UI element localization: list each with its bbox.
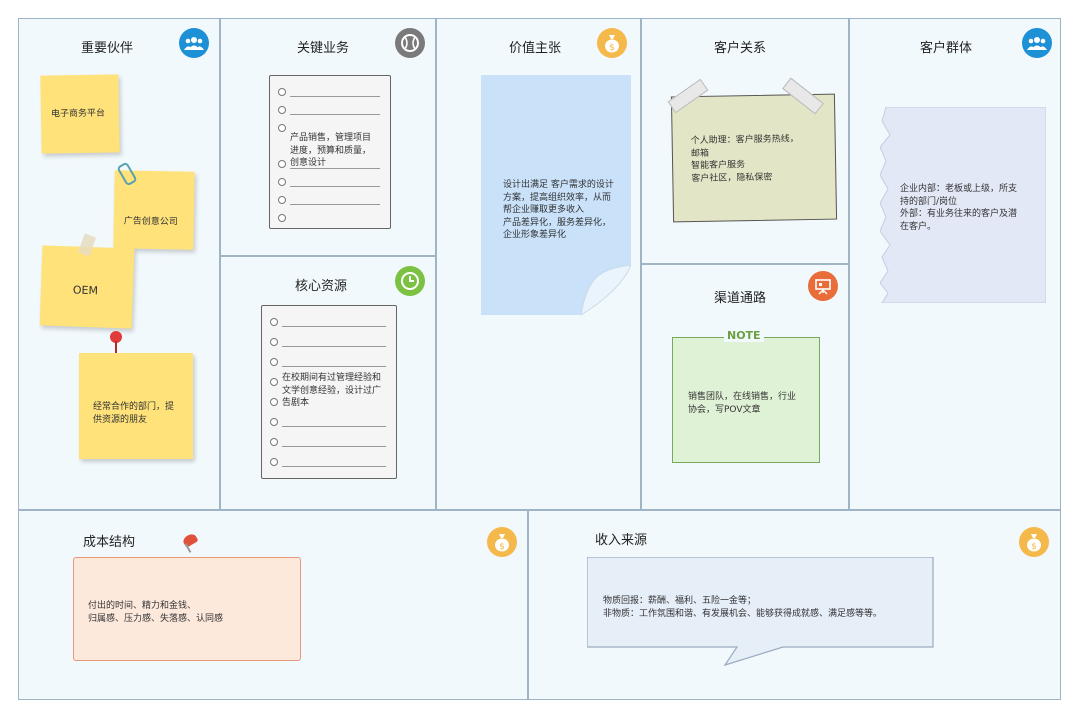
value-proposition-title: 价值主张 — [509, 41, 562, 56]
svg-text:$: $ — [1031, 542, 1037, 552]
customer-segments-panel: 客户群体 企业内部：老板或上级，所支 持的部门/岗位 外部：有业务往来的客户及潜… — [849, 18, 1061, 510]
key-activities-title: 关键业务 — [297, 41, 350, 56]
lined-paper-activities: 产品销售，管理项目 进度，预算和质量， 创意设计 — [269, 75, 391, 229]
cost-structure-title: 成本结构 — [83, 535, 136, 550]
channels-panel: 渠道通路 NOTE 销售团队，在线销售，行业 协会，写POV文章 — [641, 264, 849, 510]
sticky-note-ecommerce: 电子商务平台 — [40, 74, 120, 154]
users-icon — [1022, 28, 1052, 58]
customer-segments-title: 客户群体 — [920, 41, 973, 56]
customer-relationships-panel: 客户关系 个人助理：客户服务热线， 邮箱 智能客户服务 客户社区，隐私保密 — [641, 18, 849, 264]
money-bag-icon: $ — [487, 527, 517, 557]
sticky-note-text: 经常合作的部门，提 供资源的朋友 — [93, 402, 175, 425]
revenue-streams-panel: 收入来源 $ 物质回报：薪酬、福利、五险一金等； 非物质：工作氛围和谐、有发展机… — [528, 510, 1061, 700]
torn-note-segments: 企业内部：老板或上级，所支 持的部门/岗位 外部：有业务往来的客户及潜 在客户。 — [880, 107, 1046, 303]
channels-text: 销售团队，在线销售，行业 协会，写POV文章 — [688, 392, 797, 415]
svg-text:$: $ — [499, 542, 505, 552]
key-activities-panel: 关键业务 产品销售，管理项目 进度，预算和质量， 创意设计 — [220, 18, 436, 256]
sticky-note-text: OEM — [72, 283, 99, 298]
sticky-note-text: 广告创意公司 — [123, 216, 178, 228]
taped-note-relationships: 个人助理：客户服务热线， 邮箱 智能客户服务 客户社区，隐私保密 — [670, 93, 838, 223]
key-activities-text: 产品销售，管理项目 进度，预算和质量， 创意设计 — [290, 133, 372, 168]
customer-relationships-text: 个人助理：客户服务热线， 邮箱 智能客户服务 客户社区，隐私保密 — [690, 134, 799, 184]
key-resources-title: 核心资源 — [295, 279, 348, 294]
value-proposition-text: 设计出满足 客户需求的设计 方案，提高组织效率，从而 帮企业赚取更多收入 产品差… — [503, 180, 614, 240]
sticky-note-oem: OEM — [39, 245, 135, 329]
pushpin-icon — [181, 532, 199, 548]
sticky-note-text: 电子商务平台 — [50, 108, 106, 120]
lined-paper-resources: 在校期间有过管理经验和 文学创意经验，设计过广 告剧本 — [261, 305, 397, 479]
speech-note-revenue: 物质回报：薪酬、福利、五险一金等； 非物质：工作氛围和谐、有发展机会、能够获得成… — [587, 557, 935, 667]
key-resources-panel: 核心资源 在校期间有过管理经验和 文学创意经验，设计过广 告剧本 — [220, 256, 436, 510]
baseball-icon — [395, 28, 425, 58]
key-partners-panel: 重要伙伴 电子商务平台 广告创意公司 OEM 经常合作的部门，提 供资源的朋友 — [18, 18, 220, 510]
customer-relationships-title: 客户关系 — [714, 41, 767, 56]
key-resources-text: 在校期间有过管理经验和 文学创意经验，设计过广 告剧本 — [282, 373, 382, 408]
pushpin-needle — [115, 341, 117, 353]
revenue-streams-title: 收入来源 — [595, 533, 648, 548]
clock-icon — [395, 266, 425, 296]
folded-note-value: 设计出满足 客户需求的设计 方案，提高组织效率，从而 帮企业赚取更多收入 产品差… — [481, 75, 631, 315]
money-bag-icon: $ — [1019, 527, 1049, 557]
key-partners-title: 重要伙伴 — [81, 41, 134, 56]
sticky-note-departments: 经常合作的部门，提 供资源的朋友 — [79, 353, 193, 459]
channels-title: 渠道通路 — [714, 291, 767, 306]
note-card-cost: 付出的时间、精力和金钱、 归属感、压力感、失落感、认同感 — [73, 557, 301, 661]
customer-segments-text: 企业内部：老板或上级，所支 持的部门/岗位 外部：有业务往来的客户及潜 在客户。 — [900, 184, 1018, 232]
value-proposition-panel: 价值主张 $ 设计出满足 客户需求的设计 方案，提高组织效率，从而 帮企业赚取更… — [436, 18, 641, 510]
users-icon — [179, 28, 209, 58]
revenue-streams-text: 物质回报：薪酬、福利、五险一金等； 非物质：工作氛围和谐、有发展机会、能够获得成… — [603, 596, 883, 619]
money-bag-icon: $ — [597, 28, 627, 58]
svg-text:$: $ — [609, 43, 615, 53]
note-label: NOTE — [724, 329, 764, 342]
cost-structure-text: 付出的时间、精力和金钱、 归属感、压力感、失落感、认同感 — [88, 601, 224, 624]
cost-structure-panel: 成本结构 $ 付出的时间、精力和金钱、 归属感、压力感、失落感、认同感 — [18, 510, 528, 700]
presentation-icon — [808, 271, 838, 301]
